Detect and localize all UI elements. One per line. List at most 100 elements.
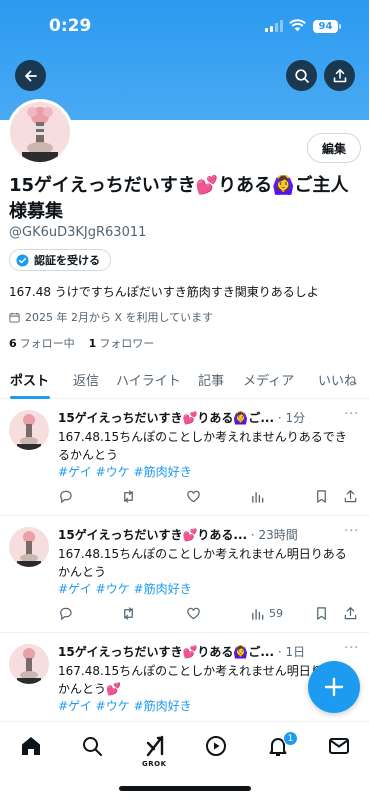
- get-verified-button[interactable]: 認証を受ける: [9, 249, 111, 271]
- profile-bio: 167.48 うけですちんぽだいすき筋肉すき関東りあるしよ: [9, 285, 319, 299]
- nav-home[interactable]: [19, 734, 43, 758]
- share-icon: [333, 68, 346, 82]
- post-author-name: 15ゲイえっちだいすき💕りある🙆‍♀️ご...: [58, 645, 275, 659]
- post-separator: ·: [274, 645, 286, 659]
- views-icon: [252, 608, 264, 620]
- compose-plus-icon: [324, 677, 344, 697]
- wifi-icon: [289, 19, 306, 32]
- tab-articles[interactable]: 記事: [198, 370, 224, 389]
- following-count: 6: [9, 337, 17, 350]
- home-indicator: [119, 786, 251, 791]
- tab-replies[interactable]: 返信: [73, 370, 99, 389]
- calendar-icon: [9, 312, 20, 323]
- hashtag-link[interactable]: #ウケ: [96, 699, 130, 713]
- bookmark-icon: [317, 489, 326, 503]
- post-text: 167.48.15ちんぽのことしか考えれません明日りあるかんとう: [58, 547, 347, 579]
- status-time: 0:29: [49, 16, 92, 36]
- post-hashtags: #ゲイ #ウケ #筋肉好き: [58, 697, 192, 714]
- profile-tabs: ポスト 返信 ハイライト 記事 メディア いいね: [0, 361, 369, 399]
- post-avatar[interactable]: [9, 527, 49, 567]
- bookmark-button[interactable]: [314, 487, 329, 505]
- repost-icon: [124, 606, 133, 620]
- post-author-name: 15ゲイえっちだいすき💕りある...: [58, 528, 248, 542]
- tab-likes[interactable]: いいね: [318, 370, 357, 389]
- like-button[interactable]: [186, 604, 201, 622]
- reply-icon: [60, 607, 72, 620]
- like-icon: [187, 490, 200, 502]
- profile-avatar[interactable]: [7, 99, 73, 165]
- nav-video[interactable]: [204, 734, 228, 758]
- hashtag-link[interactable]: #筋肉好き: [134, 582, 192, 596]
- hashtag-link[interactable]: #筋肉好き: [134, 699, 192, 713]
- tab-posts[interactable]: ポスト: [10, 370, 49, 389]
- bookmark-button[interactable]: [314, 604, 329, 622]
- nav-grok[interactable]: [143, 734, 167, 758]
- cell-signal-icon: [265, 20, 283, 32]
- grok-label: GROK: [142, 760, 167, 768]
- repost-button[interactable]: [121, 487, 136, 505]
- post-author-name: 15ゲイえっちだいすき💕りある🙆‍♀️ご...: [58, 411, 275, 425]
- share-button[interactable]: [324, 60, 355, 91]
- mail-icon: [329, 738, 349, 754]
- hashtag-link[interactable]: #ウケ: [96, 582, 130, 596]
- nav-search[interactable]: [80, 734, 104, 758]
- nav-messages[interactable]: [327, 734, 351, 758]
- share-post-button[interactable]: [343, 487, 358, 505]
- back-button[interactable]: [15, 60, 46, 91]
- back-arrow-icon: [24, 70, 37, 81]
- compose-button[interactable]: [308, 661, 360, 713]
- post-actions: [58, 487, 358, 505]
- hashtag-link[interactable]: #ゲイ: [58, 699, 92, 713]
- home-icon: [22, 737, 40, 755]
- search-button[interactable]: [286, 60, 317, 91]
- active-tab-indicator: [10, 396, 50, 399]
- reply-button[interactable]: [58, 487, 73, 505]
- post-hashtags: #ゲイ #ウケ #筋肉好き: [58, 463, 192, 480]
- verified-badge-icon: [16, 253, 29, 267]
- battery-indicator: 94: [313, 20, 341, 33]
- post-avatar[interactable]: [9, 410, 49, 450]
- more-options-icon[interactable]: ···: [344, 524, 359, 539]
- post-actions: 59: [58, 604, 358, 622]
- share-icon: [344, 606, 357, 619]
- notification-badge: 1: [283, 731, 298, 746]
- post-item[interactable]: 15ゲイえっちだいすき💕りある... · 23時間 ··· 167.48.15ち…: [0, 517, 369, 633]
- hashtag-link[interactable]: #ゲイ: [58, 465, 92, 479]
- share-icon: [344, 489, 357, 502]
- views-button[interactable]: [250, 487, 269, 505]
- hashtag-link[interactable]: #筋肉好き: [134, 465, 192, 479]
- share-post-button[interactable]: [343, 604, 358, 622]
- post-header: 15ゲイえっちだいすき💕りある🙆‍♀️ご... · 1分: [58, 409, 336, 426]
- following-label: フォロー中: [19, 337, 75, 350]
- more-options-icon[interactable]: ···: [344, 641, 359, 656]
- profile-display-name: 15ゲイえっちだいすき💕りある🙆‍♀️ご主人様募集: [9, 175, 349, 222]
- following-link[interactable]: 6 フォロー中: [9, 335, 75, 351]
- followers-link[interactable]: 1 フォロワー: [89, 335, 155, 351]
- hashtag-link[interactable]: #ゲイ: [58, 582, 92, 596]
- post-separator: ·: [247, 528, 259, 542]
- post-avatar[interactable]: [9, 644, 49, 684]
- post-time: 23時間: [258, 528, 298, 542]
- post-item[interactable]: 15ゲイえっちだいすき💕りある🙆‍♀️ご... · 1分 ··· 167.48.…: [0, 400, 369, 516]
- search-icon: [294, 68, 309, 83]
- search-icon: [83, 737, 102, 756]
- profile-handle: @GK6uD3KJgR63011: [9, 225, 147, 240]
- post-header: 15ゲイえっちだいすき💕りある🙆‍♀️ご... · 1日: [58, 643, 336, 660]
- post-header: 15ゲイえっちだいすき💕りある... · 23時間: [58, 526, 336, 543]
- edit-profile-button[interactable]: 編集: [307, 133, 361, 163]
- repost-icon: [124, 489, 133, 503]
- post-text: 167.48.15ちんぽのことしか考えれませんりあるできるかんとう: [58, 430, 347, 462]
- tab-media[interactable]: メディア: [243, 370, 294, 389]
- hashtag-link[interactable]: #ウケ: [96, 465, 130, 479]
- play-icon: [206, 736, 226, 756]
- followers-label: フォロワー: [99, 337, 155, 350]
- like-button[interactable]: [186, 487, 201, 505]
- views-button[interactable]: 59: [250, 604, 283, 622]
- more-options-icon[interactable]: ···: [344, 407, 359, 422]
- post-hashtags: #ゲイ #ウケ #筋肉好き: [58, 580, 192, 597]
- grok-icon: [146, 735, 164, 757]
- repost-button[interactable]: [121, 604, 136, 622]
- reply-icon: [60, 490, 72, 503]
- tab-highlights[interactable]: ハイライト: [116, 370, 181, 389]
- reply-button[interactable]: [58, 604, 73, 622]
